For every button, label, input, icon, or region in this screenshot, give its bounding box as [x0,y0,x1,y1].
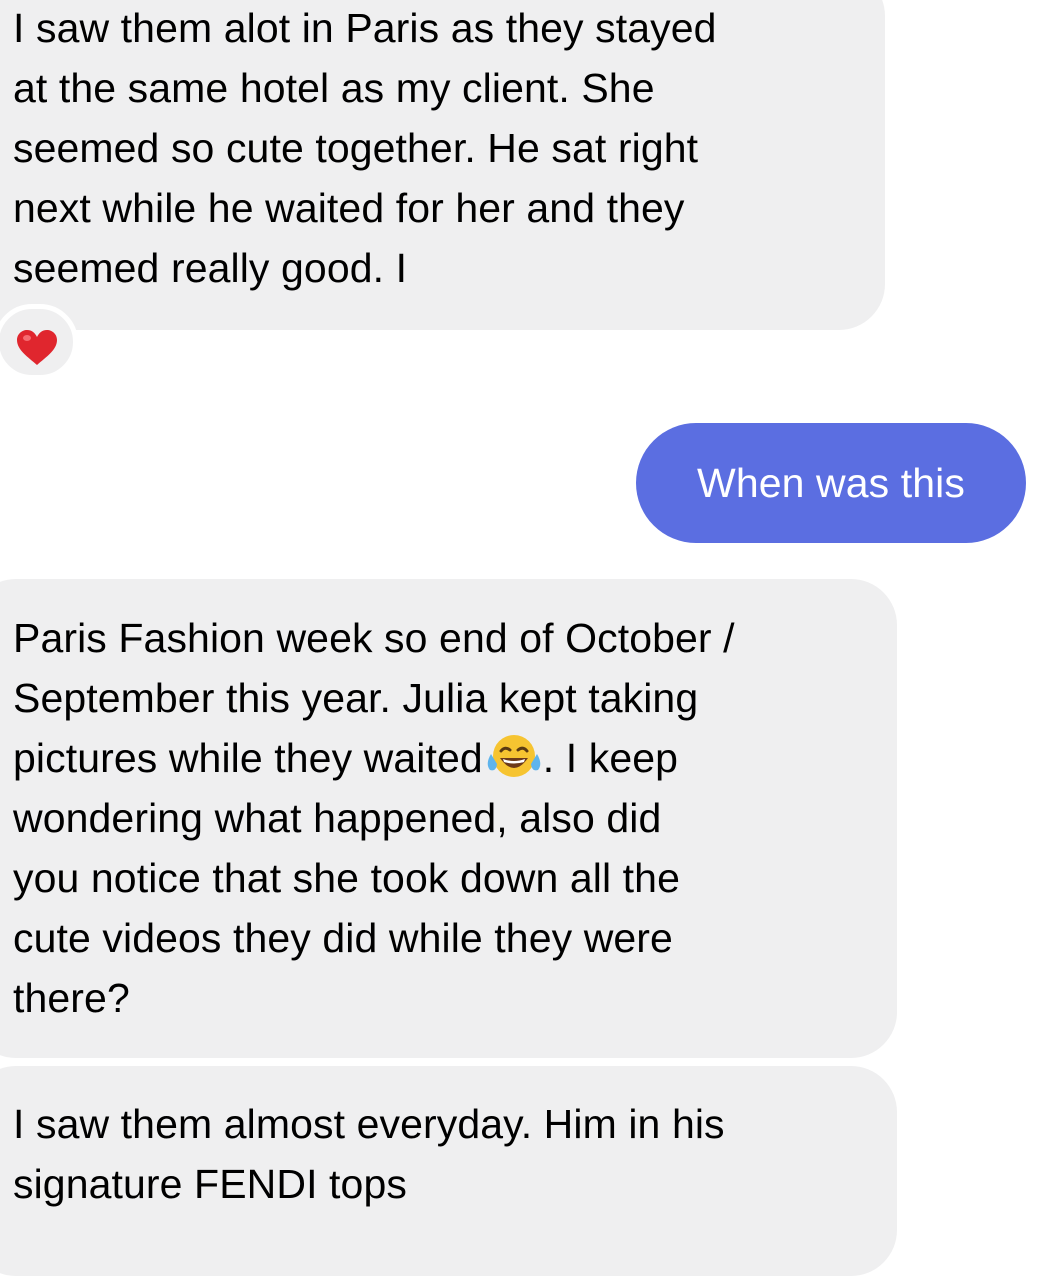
message-text-line: I saw them almost everyday. Him in his [13,1101,725,1147]
message-text-line: there? [13,975,130,1021]
message-bubble-incoming[interactable]: Paris Fashion week so end of October / S… [0,579,897,1058]
message-bubble-incoming[interactable]: I saw them almost everyday. Him in his s… [0,1066,897,1276]
message-text-line: Paris Fashion week so end of October / [13,615,735,661]
message-text-line: next while he waited for her and they [13,185,685,231]
message-text: When was this [697,460,965,506]
message-text-fragment: . I keep [542,735,679,781]
message-text-line: I saw them alot in Paris as they stayed [13,5,717,51]
message-bubble-outgoing[interactable]: When was this [636,423,1026,543]
tears-of-joy-icon [487,735,541,777]
message-text-line-with-emoji: pictures while they waited . I keep [13,728,897,788]
message-text-fragment: pictures while they waited [13,735,483,781]
message-text-line: wondering what happened, also did [13,795,662,841]
reaction-badge[interactable] [0,304,78,380]
message-text-line: signature FENDI tops [13,1161,407,1207]
message-text-line: you notice that she took down all the [13,855,680,901]
message-bubble-incoming[interactable]: I saw them alot in Paris as they stayed … [0,0,885,330]
message-text-line: seemed so cute together. He sat right [13,125,699,171]
message-text-line: cute videos they did while they were [13,915,673,961]
message-text-line: seemed really good. I [13,245,408,291]
heart-icon [17,330,57,365]
message-text-line: at the same hotel as my client. She [13,65,655,111]
message-text-line: September this year. Julia kept taking [13,675,699,721]
